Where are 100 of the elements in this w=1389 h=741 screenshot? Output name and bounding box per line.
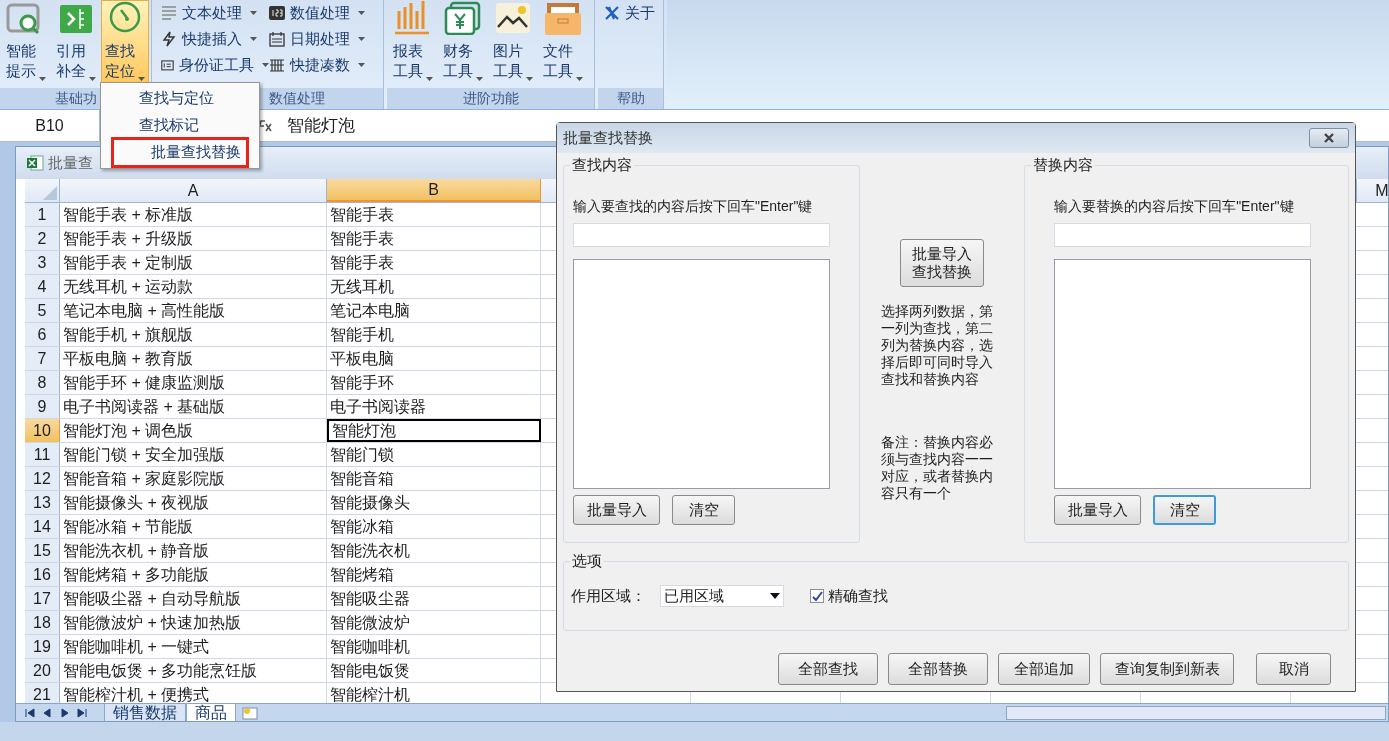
table-cell: 智能音箱: [327, 467, 541, 490]
ribbon-button[interactable]: 财务工具: [439, 0, 487, 84]
table-cell: 智能电饭煲 + 多功能烹饪版: [60, 659, 327, 682]
table-cell: 智能手表 + 定制版: [60, 251, 327, 274]
row-header[interactable]: 15: [25, 539, 60, 562]
dropdown-field[interactable]: 已用区域: [660, 585, 784, 607]
row-header[interactable]: 1: [25, 203, 60, 226]
ribbon-button[interactable]: 文件工具: [539, 0, 587, 84]
table-cell: 智能冰箱 + 节能版: [60, 515, 327, 538]
dialog-button[interactable]: 全部追加: [998, 653, 1090, 685]
table-cell: 智能手表: [327, 227, 541, 250]
row-header[interactable]: 5: [25, 299, 60, 322]
table-cell: 智能手表 + 升级版: [60, 227, 327, 250]
ribbon-button[interactable]: 图片工具: [489, 0, 537, 84]
ribbon-button[interactable]: 报表工具: [389, 0, 437, 84]
ribbon-button[interactable]: 身份证工具: [161, 52, 269, 78]
horizontal-scrollbar[interactable]: [1006, 705, 1386, 720]
dialog-button[interactable]: 清空: [1153, 495, 1217, 525]
image-icon: [493, 1, 533, 35]
money-icon: [443, 1, 483, 35]
menu-item[interactable]: 查找标记: [101, 112, 259, 139]
dialog-button[interactable]: 取消: [1256, 653, 1331, 685]
dialog-button[interactable]: 查询复制到新表: [1100, 653, 1234, 685]
row-header[interactable]: 4: [25, 275, 60, 298]
ribbon-button[interactable]: 日期处理: [269, 26, 377, 52]
list-box[interactable]: [1054, 259, 1312, 489]
select-all-icon[interactable]: [43, 186, 57, 200]
table-cell: 笔记本电脑: [327, 299, 541, 322]
sheet-tab[interactable]: 销售数据: [104, 704, 186, 721]
row-header[interactable]: 17: [25, 587, 60, 610]
dialog-button[interactable]: 全部查找: [778, 653, 878, 685]
caret-icon: [262, 63, 269, 67]
row-header[interactable]: 3: [25, 251, 60, 274]
table-cell: 平板电脑: [327, 347, 541, 370]
table-cell: 智能手环: [327, 371, 541, 394]
table-cell: 智能电饭煲: [327, 659, 541, 682]
table-cell: 智能吸尘器: [327, 587, 541, 610]
row-header[interactable]: 7: [25, 347, 60, 370]
group-label: 进阶功能: [462, 89, 519, 108]
table-cell: 智能手表: [327, 251, 541, 274]
row-header[interactable]: 14: [25, 515, 60, 538]
sheet-tab[interactable]: 商品: [186, 704, 236, 721]
dialog-button[interactable]: 清空: [672, 495, 735, 525]
column-header[interactable]: M: [1357, 179, 1388, 202]
menu-item[interactable]: 批量查找替换: [113, 139, 247, 166]
table-cell: 智能门锁 + 安全加强版: [60, 443, 327, 466]
caret-icon: [358, 11, 365, 15]
row-header[interactable]: 10: [25, 419, 60, 442]
formula-text[interactable]: 智能灯泡: [287, 112, 355, 139]
menu-item[interactable]: 查找与定位: [101, 85, 259, 112]
table-cell: 智能烤箱 + 多功能版: [60, 563, 327, 586]
input-field[interactable]: [573, 223, 830, 247]
dropdown-arrow-icon: [770, 593, 780, 599]
table-cell: 平板电脑 + 教育版: [60, 347, 327, 370]
row-header[interactable]: 11: [25, 443, 60, 466]
caret-icon: [358, 37, 365, 41]
ribbon-button[interactable]: 查找定位: [101, 0, 149, 84]
row-header[interactable]: 13: [25, 491, 60, 514]
row-header[interactable]: 12: [25, 467, 60, 490]
caret-icon: [358, 63, 365, 67]
dialog-button[interactable]: 批量导入查找替换: [899, 239, 984, 287]
x-logo-icon: [604, 5, 620, 21]
checkbox[interactable]: 精确查找: [810, 584, 888, 608]
row-header[interactable]: 2: [25, 227, 60, 250]
table-cell: 智能手表 + 标准版: [60, 203, 327, 226]
caret-icon: [476, 77, 483, 81]
id-card-icon: [161, 57, 174, 73]
table-cell: 智能手机 + 旗舰版: [60, 323, 327, 346]
dialog-button[interactable]: 批量导入: [1054, 495, 1142, 525]
ribbon-button[interactable]: 数值处理: [269, 0, 377, 26]
row-header[interactable]: 19: [25, 635, 60, 658]
row-header[interactable]: 6: [25, 323, 60, 346]
row-header[interactable]: 21: [25, 683, 60, 703]
text-lines-icon: [161, 5, 177, 21]
row-header[interactable]: 8: [25, 371, 60, 394]
ribbon-button[interactable]: 引用补全: [51, 0, 100, 84]
dialog-button[interactable]: 批量导入: [573, 495, 660, 525]
table-cell: 智能摄像头: [327, 491, 541, 514]
row-header[interactable]: 18: [25, 611, 60, 634]
row-header[interactable]: 20: [25, 659, 60, 682]
dialog-button[interactable]: 全部替换: [888, 653, 988, 685]
row-header[interactable]: 9: [25, 395, 60, 418]
caret-icon: [250, 37, 257, 41]
ribbon-button[interactable]: 智能提示: [2, 0, 50, 84]
spreadsheet-icon: [26, 154, 44, 172]
close-button[interactable]: [1309, 128, 1349, 148]
ribbon-button[interactable]: 文本处理: [161, 0, 269, 26]
table-cell: 电子书阅读器 + 基础版: [60, 395, 327, 418]
table-cell: 智能音箱 + 家庭影院版: [60, 467, 327, 490]
ribbon-button[interactable]: 关于: [604, 0, 657, 26]
table-cell: 智能灯泡 + 调色版: [60, 419, 327, 442]
ribbon-button[interactable]: 快捷插入: [161, 26, 269, 52]
field-label: 作用区域：: [571, 585, 646, 606]
caret-icon: [250, 11, 257, 15]
ribbon-button[interactable]: 快捷凑数: [269, 52, 377, 78]
column-header[interactable]: B: [327, 179, 541, 202]
table-cell: 无线耳机 + 运动款: [60, 275, 327, 298]
dialog-title: 批量查找替换: [563, 127, 653, 148]
row-header[interactable]: 16: [25, 563, 60, 586]
input-field[interactable]: [1054, 223, 1312, 247]
